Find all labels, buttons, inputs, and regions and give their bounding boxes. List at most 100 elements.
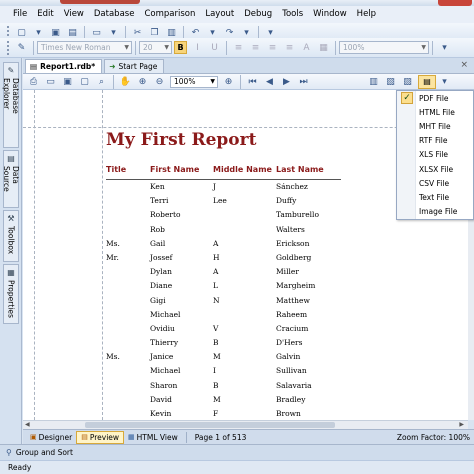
tab-properties[interactable]: ▦ Properties: [3, 264, 19, 324]
export-menu-item[interactable]: MHT File: [397, 119, 473, 133]
zoom-out-icon[interactable]: ⊖: [152, 74, 167, 89]
find-icon[interactable]: ⌕: [94, 74, 109, 89]
tab-designer[interactable]: ▣ Designer: [26, 431, 76, 444]
column-header-first-name: First Name: [150, 165, 200, 174]
next-page-icon[interactable]: ▶: [279, 74, 294, 89]
bold-button[interactable]: B: [174, 41, 187, 54]
cell-last-name: Goldberg: [276, 252, 312, 262]
tab-html-view[interactable]: ▦ HTML View: [124, 431, 182, 444]
italic-icon[interactable]: I: [190, 40, 205, 55]
page-setup-icon[interactable]: ▢: [77, 74, 92, 89]
tab-database-explorer[interactable]: ✎ Database Explorer: [2, 62, 20, 148]
font-name-combo[interactable]: Times New Roman ▼: [37, 41, 132, 54]
align-left-icon[interactable]: ≡: [231, 40, 246, 55]
underline-icon[interactable]: U: [207, 40, 222, 55]
format-toolbar: ✎ Times New Roman ▼ 20 ▼ B I U ≡ ≡ ≡ ≡ A…: [0, 38, 474, 58]
export-menu-item-label: Image File: [419, 207, 458, 217]
chevron-down-icon: ▼: [421, 44, 426, 51]
cell-first-name: David: [150, 394, 172, 404]
format-brush-icon[interactable]: ✎: [14, 40, 29, 55]
menu-window[interactable]: Window: [308, 6, 352, 23]
align-center-icon[interactable]: ≡: [248, 40, 263, 55]
cell-middle-name: M: [213, 394, 221, 404]
menu-comparison[interactable]: Comparison: [139, 6, 200, 23]
prev-page-icon[interactable]: ◀: [262, 74, 277, 89]
hand-tool-icon[interactable]: ✋: [118, 74, 133, 89]
preview-toolbar: ⎙ ▭ ▣ ▢ ⌕ ✋ ⊕ ⊖ 100% ▼ ⊕ ⏮ ◀ ▶ ⏭ ▥ ▧ ▨ ▤…: [23, 74, 474, 90]
tab-start-page-label: Start Page: [118, 62, 158, 71]
save-icon[interactable]: ▣: [60, 74, 75, 89]
zoom-in-icon[interactable]: ⊕: [135, 74, 150, 89]
print-icon[interactable]: ⎙: [26, 74, 41, 89]
first-page-icon[interactable]: ⏮: [245, 74, 260, 89]
background-icon[interactable]: ▨: [400, 74, 415, 89]
font-color-icon[interactable]: A: [299, 40, 314, 55]
cell-middle-name: H: [213, 252, 220, 262]
menu-debug[interactable]: Debug: [239, 6, 277, 23]
toolbar-options-icon[interactable]: ▾: [437, 40, 452, 55]
menu-edit[interactable]: Edit: [32, 6, 58, 23]
scroll-thumb[interactable]: [85, 422, 335, 428]
back-color-icon[interactable]: ▦: [316, 40, 331, 55]
toolbar-separator: [432, 40, 433, 55]
export-menu-item[interactable]: Image File: [397, 205, 473, 219]
cell-middle-name: N: [213, 295, 220, 305]
preview-zoom-combo[interactable]: 100% ▼: [170, 75, 218, 88]
chevron-down-icon: ▼: [124, 44, 129, 51]
tab-data-source[interactable]: ▤ Data Source: [2, 150, 20, 208]
export-dropdown-button[interactable]: ▤: [418, 74, 436, 89]
menu-tools[interactable]: Tools: [277, 6, 308, 23]
cell-first-name: Terri: [150, 196, 169, 206]
group-and-sort-panel[interactable]: ⚲ Group and Sort: [0, 444, 474, 460]
font-size-value: 20: [143, 43, 153, 52]
scroll-left-icon[interactable]: ◀: [25, 421, 30, 428]
export-menu-item[interactable]: RTF File: [397, 134, 473, 148]
cell-middle-name: B: [213, 380, 219, 390]
export-menu-item[interactable]: XLSX File: [397, 162, 473, 176]
tab-start-page[interactable]: ➜ Start Page: [104, 59, 165, 73]
align-right-icon[interactable]: ≡: [265, 40, 280, 55]
tab-toolbox[interactable]: ⚒ Toolbox: [3, 210, 19, 262]
cell-last-name: Bradley: [276, 394, 306, 404]
cell-last-name: Brown: [276, 409, 301, 418]
toolbar-separator: [113, 74, 114, 89]
toolbar-grip[interactable]: [7, 40, 10, 55]
tab-preview[interactable]: ▤ Preview: [76, 430, 125, 444]
export-menu-item[interactable]: HTML File: [397, 105, 473, 119]
export-icon: ▤: [423, 77, 431, 86]
export-chevron-icon[interactable]: ▾: [437, 74, 452, 89]
export-menu-item[interactable]: XLS File: [397, 148, 473, 162]
cell-middle-name: J: [213, 182, 217, 191]
font-size-combo[interactable]: 20 ▼: [139, 41, 172, 54]
close-icon[interactable]: ×: [460, 60, 468, 70]
cell-title: Mr.: [106, 252, 119, 262]
align-justify-icon[interactable]: ≡: [282, 40, 297, 55]
cell-middle-name: L: [213, 281, 218, 291]
scroll-right-icon[interactable]: ▶: [459, 421, 464, 428]
menu-layout[interactable]: Layout: [200, 6, 239, 23]
tab-report1[interactable]: ▤ Report1.rdb*: [25, 59, 103, 73]
datasource-icon: ▤: [7, 154, 15, 163]
horizontal-scrollbar[interactable]: ◀ ▶: [23, 420, 468, 429]
export-menu-item[interactable]: CSV File: [397, 176, 473, 190]
export-menu-item[interactable]: Text File: [397, 190, 473, 204]
menu-file[interactable]: File: [8, 6, 32, 23]
zoom-increase-icon[interactable]: ⊕: [221, 74, 236, 89]
multi-page-icon[interactable]: ▥: [366, 74, 381, 89]
tab-report1-label: Report1.rdb*: [40, 62, 96, 71]
last-page-icon[interactable]: ⏭: [296, 74, 311, 89]
cell-title: Ms.: [106, 352, 120, 362]
export-menu: ✓ PDF File HTML File MHT File RTF File XLS Fi…: [396, 90, 474, 220]
watermark-icon[interactable]: ▧: [383, 74, 398, 89]
menu-database[interactable]: Database: [89, 6, 140, 23]
export-menu-item[interactable]: ✓ PDF File: [397, 91, 473, 105]
column-header-middle-name: Middle Name: [213, 165, 272, 174]
menu-help[interactable]: Help: [352, 6, 381, 23]
open-icon[interactable]: ▭: [43, 74, 58, 89]
menu-view[interactable]: View: [59, 6, 89, 23]
cell-first-name: Ken: [150, 182, 165, 191]
preview-zoom-value: 100%: [174, 77, 196, 86]
designer-zoom-combo[interactable]: 100% ▼: [339, 41, 429, 54]
cell-first-name: Dylan: [150, 267, 172, 277]
toolbar-separator: [33, 40, 34, 55]
